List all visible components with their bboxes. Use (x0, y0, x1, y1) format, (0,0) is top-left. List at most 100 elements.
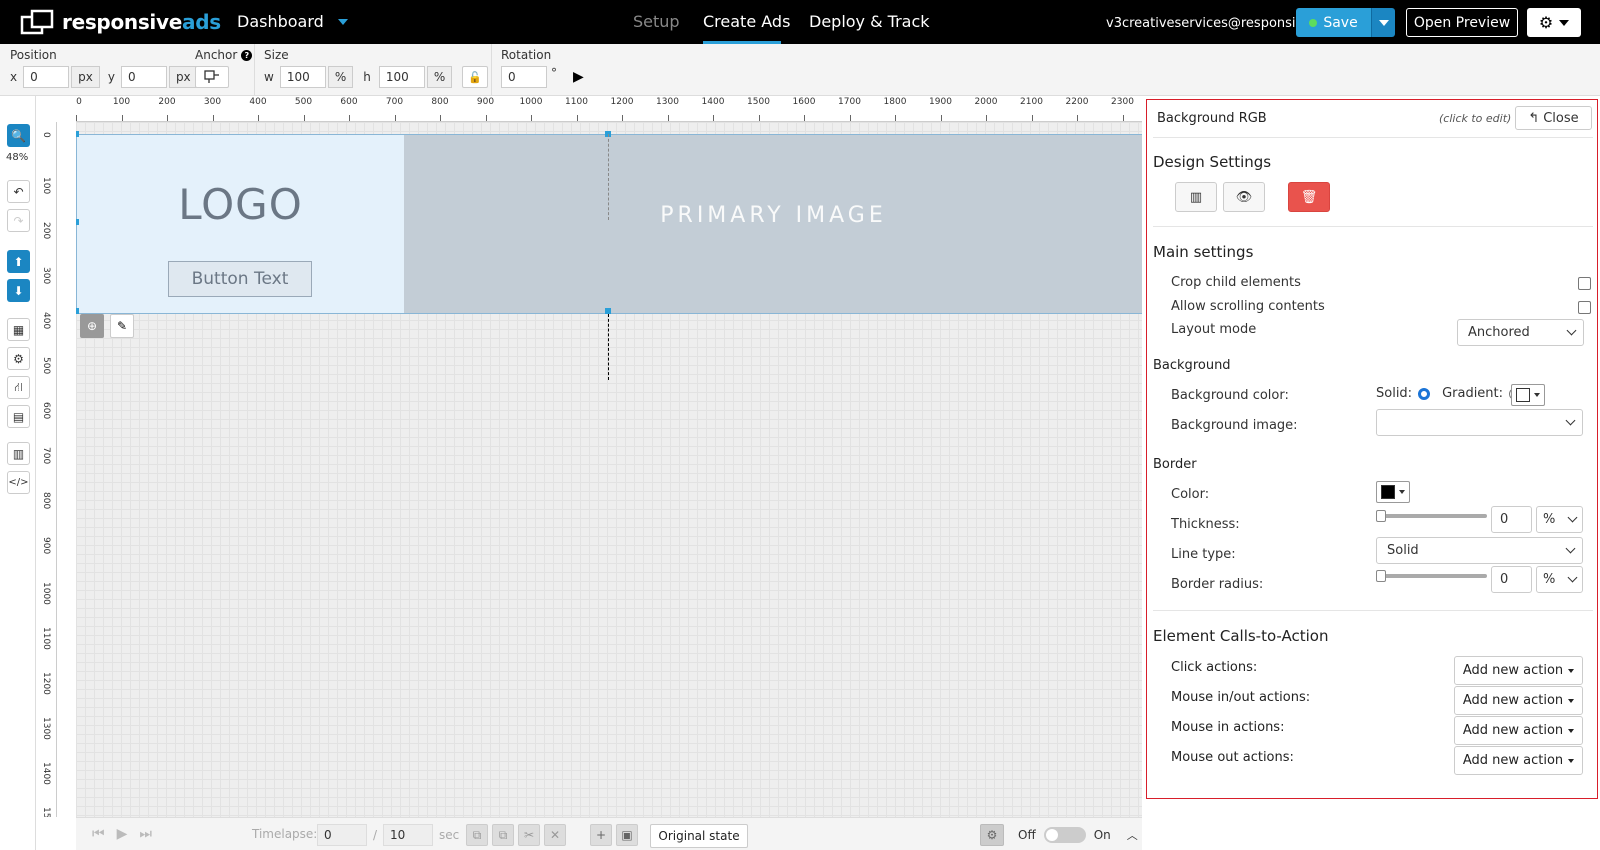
paste-frame-button[interactable]: ⧉ (492, 824, 514, 846)
ruler-label: 1100 (41, 627, 51, 650)
primary-image-placeholder[interactable]: PRIMARY IMAGE (404, 135, 1142, 313)
add-click-action-button[interactable]: Add new action (1454, 656, 1583, 685)
nav-create-ads[interactable]: Create Ads (703, 12, 790, 31)
move-down-button[interactable]: ⬇ (7, 279, 30, 302)
design-canvas[interactable]: LOGO Button Text PRIMARY IMAGE ⊕ ✎ (76, 122, 1142, 817)
resize-handle[interactable] (76, 308, 79, 314)
add-action-label: Add new action (1462, 753, 1564, 768)
y-input[interactable]: 0 (120, 66, 167, 88)
solid-radio[interactable] (1418, 387, 1431, 400)
border-radius-input[interactable]: 0 (1491, 566, 1532, 593)
widgets-button[interactable]: ▦ (7, 318, 30, 341)
ruler-label: 1000 (519, 97, 543, 107)
height-unit[interactable]: % (426, 66, 453, 88)
thickness-input[interactable]: 0 (1491, 506, 1532, 533)
save-keyframe-button[interactable]: ▣ (616, 824, 638, 846)
help-icon[interactable]: ? (241, 49, 253, 61)
select-parent-button[interactable]: ⊕ (80, 314, 104, 338)
dashboard-menu[interactable]: Dashboard (237, 12, 348, 31)
x-unit[interactable]: px (71, 66, 100, 88)
play-icon[interactable]: ▶ (573, 69, 584, 85)
border-color-picker[interactable] (1376, 481, 1410, 503)
aspect-lock-button[interactable]: 🔓 (462, 66, 489, 88)
allow-scrolling-checkbox[interactable] (1578, 301, 1591, 314)
timeline-button[interactable]: ▥ (7, 442, 30, 465)
button-text-placeholder[interactable]: Button Text (168, 261, 312, 297)
nav-setup[interactable]: Setup (633, 12, 680, 31)
add-mouse-inout-action-button[interactable]: Add new action (1454, 686, 1583, 715)
background-color-picker[interactable] (1511, 384, 1545, 406)
copy-frame-button[interactable]: ⧉ (466, 824, 488, 846)
background-image-select[interactable] (1376, 409, 1583, 436)
timeline-bar: ⏮ ▶ ⏭ Timelapse: 0 / 10 sec ⧉ ⧉ ✂ ✕ + ▣ … (76, 817, 1142, 850)
open-preview-button[interactable]: Open Preview (1406, 8, 1518, 37)
trash-icon: ✕ (549, 828, 561, 842)
document-settings-button[interactable]: ▤ (7, 405, 30, 428)
timeline-toggle[interactable] (1043, 827, 1086, 843)
ruler-label: 600 (41, 402, 51, 420)
add-mouse-in-action-button[interactable]: Add new action (1454, 716, 1583, 745)
skip-back-icon[interactable]: ⏮ (92, 826, 105, 842)
border-radius-slider-handle[interactable] (1376, 570, 1386, 582)
timelapse-separator: / (373, 828, 378, 842)
add-keyframe-button[interactable]: + (590, 824, 612, 846)
rotation-group: Rotation 0 ° ▶ (501, 48, 584, 88)
ruler-label: 300 (41, 267, 51, 285)
x-input[interactable]: 0 (23, 66, 70, 88)
ad-left-panel[interactable]: LOGO Button Text (77, 135, 404, 313)
delete-frame-button[interactable]: ✕ (544, 824, 566, 846)
height-input[interactable]: 100 (378, 66, 425, 88)
timeline-toggle-button[interactable]: ▥ (1175, 182, 1217, 212)
visibility-button[interactable]: 👁 (1223, 182, 1265, 212)
save-button[interactable]: Save (1296, 8, 1371, 37)
document-gear-icon: ▤ (12, 409, 25, 424)
panel-element-title[interactable]: Background RGB (1157, 111, 1267, 126)
redo-button[interactable]: ↷ (7, 209, 30, 232)
move-up-button[interactable]: ⬆ (7, 250, 30, 273)
crop-child-checkbox[interactable] (1578, 277, 1591, 290)
original-state-button[interactable]: Original state (650, 824, 748, 848)
timelapse-duration-input[interactable]: 10 (383, 824, 434, 846)
resize-handle[interactable] (76, 219, 79, 225)
skip-forward-icon[interactable]: ⏭ (139, 826, 152, 842)
thickness-slider-track[interactable] (1377, 514, 1487, 518)
mouse-in-actions-label: Mouse in actions: (1171, 720, 1285, 735)
element-settings-button[interactable]: ⚙ (7, 347, 30, 370)
save-options-dropdown[interactable] (1371, 8, 1395, 37)
ad-container[interactable]: LOGO Button Text PRIMARY IMAGE (76, 134, 1142, 314)
edit-element-button[interactable]: ✎ (110, 314, 134, 338)
close-button[interactable]: ↰ Close (1515, 106, 1592, 130)
resize-handle[interactable] (76, 131, 79, 137)
undo-button[interactable]: ↶ (7, 180, 30, 203)
width-input[interactable]: 100 (279, 66, 326, 88)
logo-placeholder[interactable]: LOGO (77, 180, 404, 229)
cut-frame-button[interactable]: ✂ (518, 824, 540, 846)
add-mouse-out-action-button[interactable]: Add new action (1454, 746, 1583, 775)
border-radius-slider-track[interactable] (1377, 574, 1487, 578)
layout-mode-select[interactable]: Anchored (1457, 319, 1584, 346)
thickness-unit-select[interactable]: % (1536, 506, 1583, 533)
border-radius-unit-select[interactable]: % (1536, 566, 1583, 593)
chevron-down-icon (1568, 758, 1575, 763)
y-unit[interactable]: px (168, 66, 198, 88)
code-button[interactable]: </> (7, 471, 30, 494)
settings-menu-button[interactable]: ⚙ (1527, 8, 1581, 37)
play-icon[interactable]: ▶ (117, 826, 128, 842)
delete-element-button[interactable]: 🗑 (1288, 182, 1330, 212)
ruler-label: 1700 (838, 97, 861, 107)
search-icon: 🔍 (11, 128, 26, 143)
zoom-button[interactable]: 🔍 (7, 124, 30, 147)
timeline-settings-button[interactable]: ⚙ (980, 824, 1004, 846)
nav-deploy-track[interactable]: Deploy & Track (809, 12, 930, 31)
thickness-slider-handle[interactable] (1376, 510, 1386, 522)
save-button-group: Save (1296, 8, 1395, 37)
chevron-up-icon[interactable]: ︿ (1127, 827, 1138, 843)
line-type-select[interactable]: Solid (1376, 537, 1583, 564)
position-group: Position x 0 px y 0 px (10, 48, 198, 88)
timelapse-start-input[interactable]: 0 (317, 824, 367, 846)
brand-logo[interactable]: responsiveads (20, 9, 221, 35)
rotation-input[interactable]: 0 (501, 66, 547, 88)
width-unit[interactable]: % (327, 66, 354, 88)
anchor-button[interactable] (195, 66, 229, 88)
hierarchy-button[interactable]: ⛙ (7, 376, 30, 399)
